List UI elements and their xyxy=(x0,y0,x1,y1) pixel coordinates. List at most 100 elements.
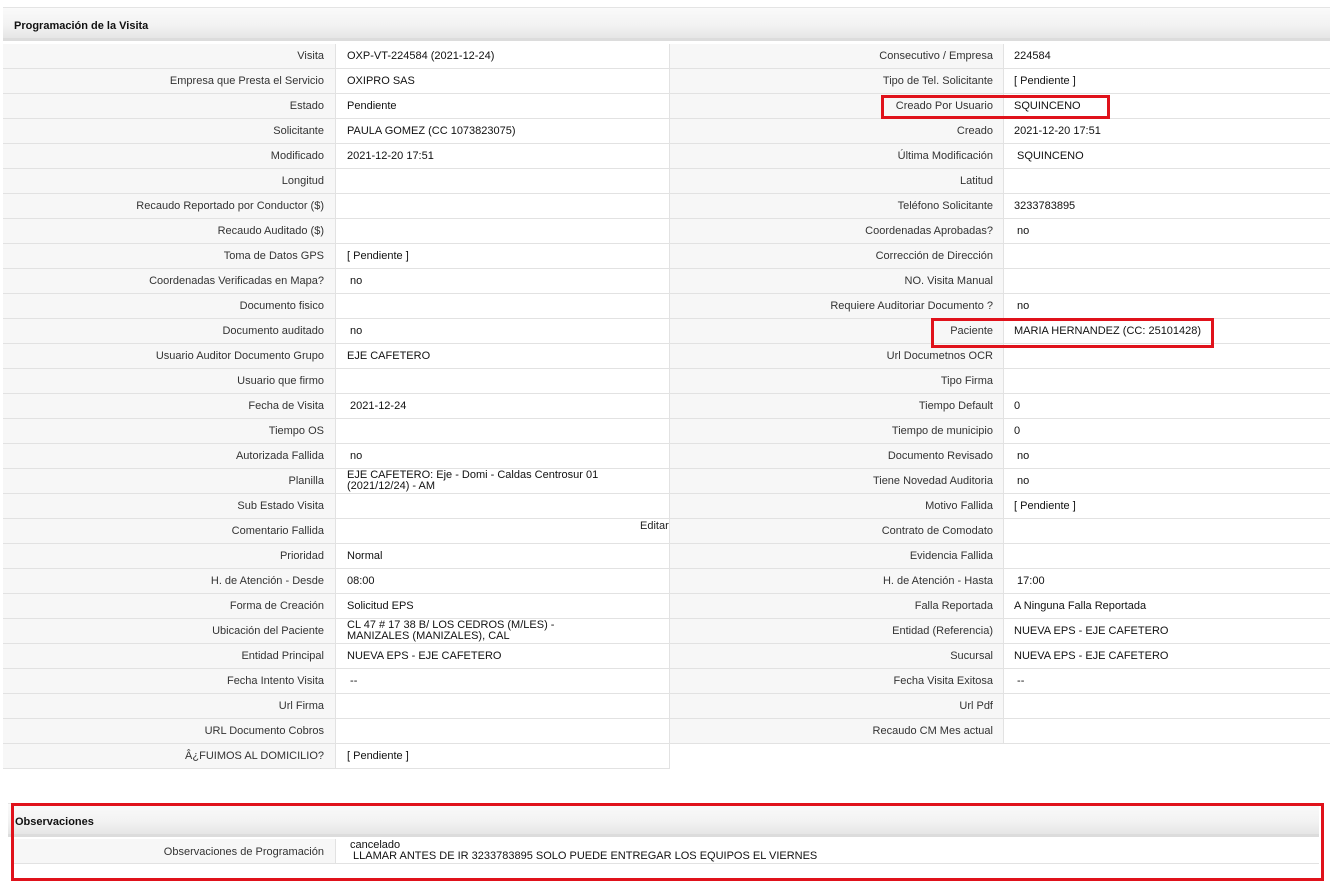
value-tiempo-default: 0 xyxy=(1004,394,1330,419)
value-documento-fisico xyxy=(336,294,670,319)
label-motivo-fallida: Motivo Fallida xyxy=(670,494,1004,519)
label-consecutivo-empresa: Consecutivo / Empresa xyxy=(670,44,1004,69)
highlight-creado-por-usuario xyxy=(881,95,1110,119)
label-url-documento-cobros: URL Documento Cobros xyxy=(3,719,336,744)
value-recaudo-reportado-por-conductor xyxy=(336,194,670,219)
label-coordenadas-verificadas-en-mapa: Coordenadas Verificadas en Mapa? xyxy=(3,269,336,294)
table-row: Fecha Intento Visita -- Fecha Visita Exit… xyxy=(3,669,1330,694)
label-tiempo-os: Tiempo OS xyxy=(3,419,336,444)
table-row: Recaudo Auditado ($) Coordenadas Aprobada… xyxy=(3,219,1330,244)
label-latitud: Latitud xyxy=(670,169,1004,194)
label-solicitante: Solicitante xyxy=(3,119,336,144)
table-row: Recaudo Reportado por Conductor ($) Teléf… xyxy=(3,194,1330,219)
value-falla-reportada: A Ninguna Falla Reportada xyxy=(1004,594,1330,619)
label-toma-de-datos-gps: Toma de Datos GPS xyxy=(3,244,336,269)
table-row: Usuario que firmo Tipo Firma xyxy=(3,369,1330,394)
value-fecha-de-visita: 2021-12-24 xyxy=(336,394,670,419)
value-sucursal: NUEVA EPS - EJE CAFETERO xyxy=(1004,644,1330,669)
table-row: Url Firma Url Pdf xyxy=(3,694,1330,719)
value-documento-auditado: no xyxy=(336,319,670,344)
label-tiene-novedad-auditoria: Tiene Novedad Auditoria xyxy=(670,469,1004,494)
label-documento-fisico: Documento fisico xyxy=(3,294,336,319)
value-url-pdf xyxy=(1004,694,1330,719)
label-sucursal: Sucursal xyxy=(670,644,1004,669)
value-tipo-firma xyxy=(1004,369,1330,394)
table-row: Estado Pendiente Creado Por Usuario SQUINCE… xyxy=(3,94,1330,119)
table-row: Entidad Principal NUEVA EPS - EJE CAFETER… xyxy=(3,644,1330,669)
table-row: Prioridad Normal Evidencia Fallida xyxy=(3,544,1330,569)
table-row: URL Documento Cobros Recaudo CM Mes actua… xyxy=(3,719,1330,744)
label-url-pdf: Url Pdf xyxy=(670,694,1004,719)
label-forma-de-creacion: Forma de Creación xyxy=(3,594,336,619)
value-visita: OXP-VT-224584 (2021-12-24) xyxy=(336,44,670,69)
value-telefono-solicitante: 3233783895 xyxy=(1004,194,1330,219)
label-evidencia-fallida: Evidencia Fallida xyxy=(670,544,1004,569)
label-recaudo-reportado-por-conductor: Recaudo Reportado por Conductor ($) xyxy=(3,194,336,219)
value-sub-estado-visita xyxy=(336,494,670,519)
value-a-fuimos-al-domicilio: [ Pendiente ] xyxy=(336,744,670,769)
label-h-de-atencion-desde: H. de Atención - Desde xyxy=(3,569,336,594)
label-requiere-auditoriar-documento: Requiere Auditoriar Documento ? xyxy=(670,294,1004,319)
value-coordenadas-verificadas-en-mapa: no xyxy=(336,269,670,294)
table-row: Modificado 2021-12-20 17:51 Última Modific… xyxy=(3,144,1330,169)
label-tipo-firma: Tipo Firma xyxy=(670,369,1004,394)
label-url-firma: Url Firma xyxy=(3,694,336,719)
label-fecha-intento-visita: Fecha Intento Visita xyxy=(3,669,336,694)
highlight-observaciones xyxy=(11,803,1324,881)
value-h-de-atencion-hasta: 17:00 xyxy=(1004,569,1330,594)
table-row: Longitud Latitud xyxy=(3,169,1330,194)
label-comentario-fallida: Comentario Fallida xyxy=(3,519,336,544)
value-evidencia-fallida xyxy=(1004,544,1330,569)
label-tiempo-de-municipio: Tiempo de municipio xyxy=(670,419,1004,444)
value-creado: 2021-12-20 17:51 xyxy=(1004,119,1330,144)
label-visita: Visita xyxy=(3,44,336,69)
value-entidad-referencia: NUEVA EPS - EJE CAFETERO xyxy=(1004,619,1330,644)
label-usuario-que-firmo: Usuario que firmo xyxy=(3,369,336,394)
table-row: Ubicación del Paciente CL 47 # 17 38 B/ L… xyxy=(3,619,1330,644)
value-correccion-de-direccion xyxy=(1004,244,1330,269)
label-usuario-auditor-documento-grupo: Usuario Auditor Documento Grupo xyxy=(3,344,336,369)
table-row: Forma de Creación Solicitud EPS Falla Repo… xyxy=(3,594,1330,619)
section-header-programacion: Programación de la Visita xyxy=(3,7,1330,41)
value-tiene-novedad-auditoria: no xyxy=(1004,469,1330,494)
label-sub-estado-visita: Sub Estado Visita xyxy=(3,494,336,519)
value-longitud xyxy=(336,169,670,194)
value-no-visita-manual xyxy=(1004,269,1330,294)
label-documento-auditado: Documento auditado xyxy=(3,319,336,344)
value-toma-de-datos-gps: [ Pendiente ] xyxy=(336,244,670,269)
table-row: Documento fisico Requiere Auditoriar Docu… xyxy=(3,294,1330,319)
label-prioridad: Prioridad xyxy=(3,544,336,569)
label-documento-revisado: Documento Revisado xyxy=(670,444,1004,469)
value-requiere-auditoriar-documento: no xyxy=(1004,294,1330,319)
value-url-documento-cobros xyxy=(336,719,670,744)
label-entidad-principal: Entidad Principal xyxy=(3,644,336,669)
value-h-de-atencion-desde: 08:00 xyxy=(336,569,670,594)
value-url-firma xyxy=(336,694,670,719)
highlight-paciente xyxy=(931,318,1214,348)
label-no-visita-manual: NO. Visita Manual xyxy=(670,269,1004,294)
table-row: Comentario Fallida Editar Contrato de Como… xyxy=(3,519,1330,544)
label-autorizada-fallida: Autorizada Fallida xyxy=(3,444,336,469)
value-solicitante: PAULA GOMEZ (CC 1073823075) xyxy=(336,119,670,144)
value-autorizada-fallida: no xyxy=(336,444,670,469)
label-longitud: Longitud xyxy=(3,169,336,194)
table-row: Autorizada Fallida no Documento Revisado … xyxy=(3,444,1330,469)
table-row: Sub Estado Visita Motivo Fallida[ Pendien… xyxy=(3,494,1330,519)
table-row: H. de Atención - Desde 08:00 H. de Atenció… xyxy=(3,569,1330,594)
value-ultima-modificacion: SQUINCENO xyxy=(1004,144,1330,169)
value-recaudo-cm-mes-actual xyxy=(1004,719,1330,744)
table-row: Â¿FUIMOS AL DOMICILIO?[ Pendiente ] xyxy=(3,744,1330,769)
label-correccion-de-direccion: Corrección de Dirección xyxy=(670,244,1004,269)
value-prioridad: Normal xyxy=(336,544,670,569)
value-comentario-fallida xyxy=(336,519,670,544)
value-tiempo-os xyxy=(336,419,670,444)
value-usuario-auditor-documento-grupo: EJE CAFETERO xyxy=(336,344,670,369)
table-row: Toma de Datos GPS[ Pendiente ] Corrección… xyxy=(3,244,1330,269)
value-consecutivo-empresa: 224584 xyxy=(1004,44,1330,69)
label-fecha-visita-exitosa: Fecha Visita Exitosa xyxy=(670,669,1004,694)
label-ultima-modificacion: Última Modificación xyxy=(670,144,1004,169)
section-title: Programación de la Visita xyxy=(14,20,149,32)
value-empresa-que-presta-el-servicio: OXIPRO SAS xyxy=(336,69,670,94)
label-telefono-solicitante: Teléfono Solicitante xyxy=(670,194,1004,219)
label-recaudo-cm-mes-actual: Recaudo CM Mes actual xyxy=(670,719,1004,744)
